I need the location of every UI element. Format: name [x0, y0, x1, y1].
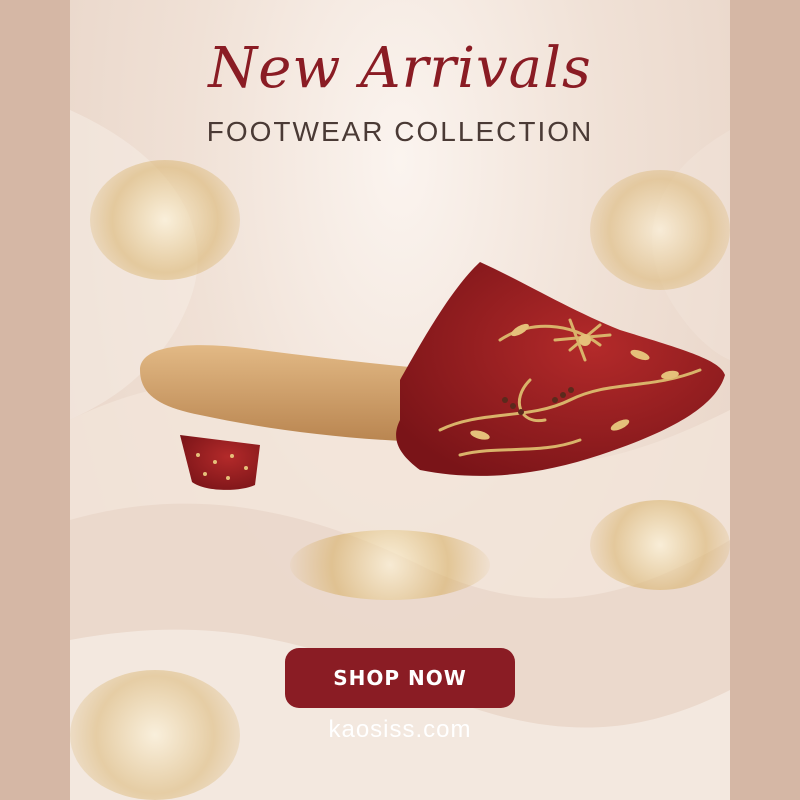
- website-url[interactable]: kaosiss.com: [70, 716, 730, 744]
- headline-title: New Arrivals: [208, 36, 592, 101]
- shop-now-button[interactable]: SHOP NOW: [285, 648, 515, 708]
- ad-panel: New Arrivals FOOTWEAR COLLECTION SHOP NO…: [70, 0, 730, 800]
- embroidered-red-mule-heel-image: [140, 262, 725, 490]
- sparkle: [290, 530, 490, 600]
- collection-subtitle: FOOTWEAR COLLECTION: [206, 116, 594, 147]
- ad-frame: New Arrivals FOOTWEAR COLLECTION SHOP NO…: [0, 0, 800, 800]
